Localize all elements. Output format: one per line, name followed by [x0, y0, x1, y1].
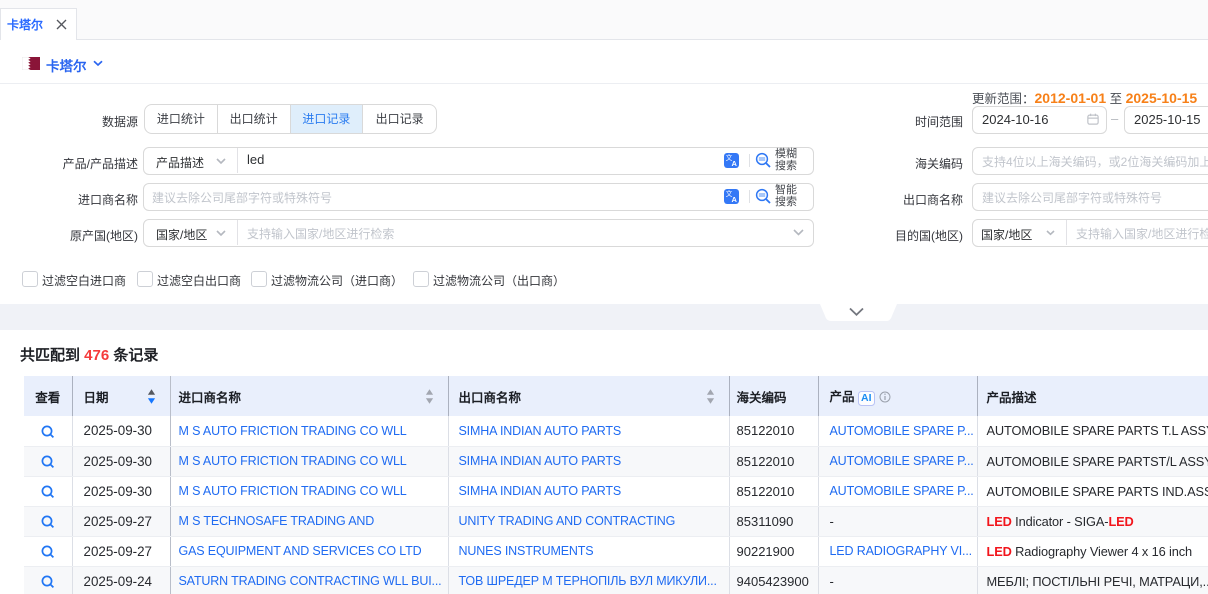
- svg-text:A: A: [732, 195, 738, 204]
- svg-text:A: A: [732, 159, 738, 168]
